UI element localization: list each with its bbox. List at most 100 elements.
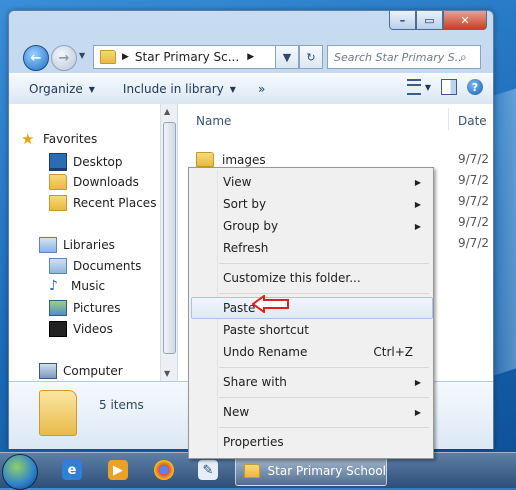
- nav-label: Recent Places: [73, 196, 157, 210]
- nav-label: Pictures: [73, 301, 121, 315]
- nav-item-recent-places[interactable]: Recent Places: [49, 195, 156, 211]
- submenu-arrow-icon: ▶: [414, 199, 421, 209]
- nav-label: Desktop: [73, 155, 123, 169]
- media-player-icon[interactable]: ▶: [108, 460, 128, 480]
- menu-label: Group by: [223, 219, 279, 233]
- nav-label: Videos: [73, 322, 113, 336]
- nav-scrollbar[interactable]: ▲ ▼: [160, 104, 177, 381]
- file-date: 9/7/2: [458, 215, 489, 229]
- menu-item-undo-rename[interactable]: Undo Rename Ctrl+Z: [191, 341, 431, 363]
- nav-label: Computer: [63, 364, 123, 378]
- nav-item-pictures[interactable]: Pictures: [49, 300, 121, 316]
- search-input[interactable]: Search Star Primary S...: [334, 51, 460, 64]
- menu-item-new[interactable]: New ▶: [191, 401, 431, 423]
- taskbar-explorer-button[interactable]: Star Primary School: [235, 456, 387, 486]
- include-in-library-button[interactable]: Include in library ▼: [123, 82, 236, 96]
- folder-icon: [100, 50, 116, 64]
- command-bar: Organize ▼ Include in library ▼ » ▼ ?: [9, 73, 493, 105]
- nav-item-videos[interactable]: Videos: [49, 321, 113, 337]
- forward-button[interactable]: →: [51, 45, 77, 71]
- maximize-button[interactable]: ▭: [416, 11, 443, 30]
- folder-icon: [196, 152, 214, 167]
- nav-item-libraries[interactable]: Libraries: [39, 237, 115, 253]
- submenu-arrow-icon: ▶: [414, 221, 421, 231]
- scrollbar-thumb[interactable]: [163, 122, 176, 354]
- menu-label: View: [223, 175, 252, 189]
- preview-pane-icon[interactable]: [441, 79, 457, 95]
- list-item[interactable]: images: [196, 152, 266, 167]
- back-button[interactable]: ←: [23, 45, 49, 71]
- item-count: 5 items: [99, 398, 144, 412]
- menu-item-paste-shortcut[interactable]: Paste shortcut: [191, 319, 431, 341]
- navigation-pane: ★ Favorites Desktop Downloads Recent Pla…: [9, 104, 178, 381]
- menu-item-view[interactable]: View ▶: [191, 171, 431, 193]
- scroll-down-icon[interactable]: ▼: [164, 369, 170, 378]
- nav-label: Libraries: [63, 238, 115, 252]
- recent-pages-dropdown[interactable]: ▼: [79, 51, 85, 60]
- nav-item-documents[interactable]: Documents: [49, 258, 141, 274]
- documents-icon: [49, 258, 67, 274]
- menu-item-sort-by[interactable]: Sort by ▶: [191, 193, 431, 215]
- help-icon[interactable]: ?: [467, 79, 483, 95]
- organize-button[interactable]: Organize ▼: [29, 82, 95, 96]
- menu-label: Paste shortcut: [223, 323, 309, 337]
- menu-item-group-by[interactable]: Group by ▶: [191, 215, 431, 237]
- refresh-button[interactable]: ↻: [299, 45, 323, 69]
- minimize-button[interactable]: –: [389, 11, 416, 30]
- more-commands-button[interactable]: »: [258, 82, 265, 96]
- nav-label: Favorites: [43, 132, 98, 146]
- column-header-name[interactable]: Name: [196, 114, 231, 128]
- organize-label: Organize: [29, 82, 83, 96]
- menu-item-share-with[interactable]: Share with ▶: [191, 371, 431, 393]
- music-icon: ♪: [49, 278, 58, 294]
- nav-item-favorites[interactable]: ★ Favorites: [21, 132, 98, 147]
- recent-places-icon: [49, 195, 67, 211]
- change-view-icon[interactable]: [406, 79, 421, 95]
- breadcrumb-arrow-icon[interactable]: ▶: [122, 52, 129, 62]
- column-header-date[interactable]: Date: [458, 114, 487, 128]
- menu-label: Properties: [223, 435, 284, 449]
- breadcrumb-arrow-icon[interactable]: ▶: [247, 52, 254, 62]
- menu-label: Customize this folder...: [223, 271, 361, 285]
- menu-item-customize[interactable]: Customize this folder...: [191, 267, 431, 289]
- computer-icon: [39, 363, 57, 379]
- column-divider[interactable]: [448, 108, 449, 130]
- start-button[interactable]: [2, 454, 38, 490]
- context-menu: View ▶ Sort by ▶ Group by ▶ Refresh Cust…: [188, 167, 434, 459]
- scroll-up-icon[interactable]: ▲: [164, 107, 170, 116]
- menu-item-paste[interactable]: Paste: [191, 297, 433, 319]
- chevron-down-icon: ▼: [88, 84, 95, 94]
- menu-separator: [219, 293, 429, 294]
- app-icon[interactable]: ✎: [198, 460, 218, 480]
- include-label: Include in library: [122, 82, 224, 96]
- nav-label: Documents: [73, 259, 142, 273]
- nav-item-downloads[interactable]: Downloads: [49, 174, 139, 190]
- folder-icon: [39, 390, 77, 436]
- menu-label: Undo Rename: [223, 345, 308, 359]
- view-controls: ▼ ?: [406, 79, 483, 95]
- submenu-arrow-icon: ▶: [414, 407, 421, 417]
- caption-buttons: – ▭ ✕: [389, 11, 487, 30]
- nav-item-music[interactable]: ♪ Music: [49, 279, 105, 293]
- breadcrumb-folder[interactable]: Star Primary Sc...: [135, 50, 239, 64]
- nav-item-computer[interactable]: Computer: [39, 363, 123, 379]
- menu-label: Paste: [223, 301, 256, 315]
- nav-label: Music: [71, 279, 106, 293]
- more-label: »: [257, 82, 266, 96]
- internet-explorer-icon[interactable]: e: [62, 460, 82, 480]
- menu-label: Refresh: [223, 241, 269, 255]
- address-dropdown-button[interactable]: ▼: [275, 45, 299, 69]
- file-date: 9/7/2: [458, 152, 489, 166]
- chrome-icon[interactable]: [154, 460, 174, 480]
- search-icon[interactable]: ⌕: [460, 50, 467, 65]
- file-date: 9/7/2: [458, 194, 489, 208]
- nav-item-desktop[interactable]: Desktop: [49, 153, 123, 171]
- file-date: 9/7/2: [458, 236, 489, 250]
- chevron-down-icon[interactable]: ▼: [425, 83, 431, 92]
- menu-item-properties[interactable]: Properties: [191, 431, 431, 453]
- menu-item-refresh[interactable]: Refresh: [191, 237, 431, 259]
- taskbar-label: Star Primary School: [267, 464, 386, 478]
- menu-separator: [219, 427, 429, 428]
- close-button[interactable]: ✕: [443, 11, 487, 30]
- search-box[interactable]: Search Star Primary S... ⌕: [327, 45, 481, 69]
